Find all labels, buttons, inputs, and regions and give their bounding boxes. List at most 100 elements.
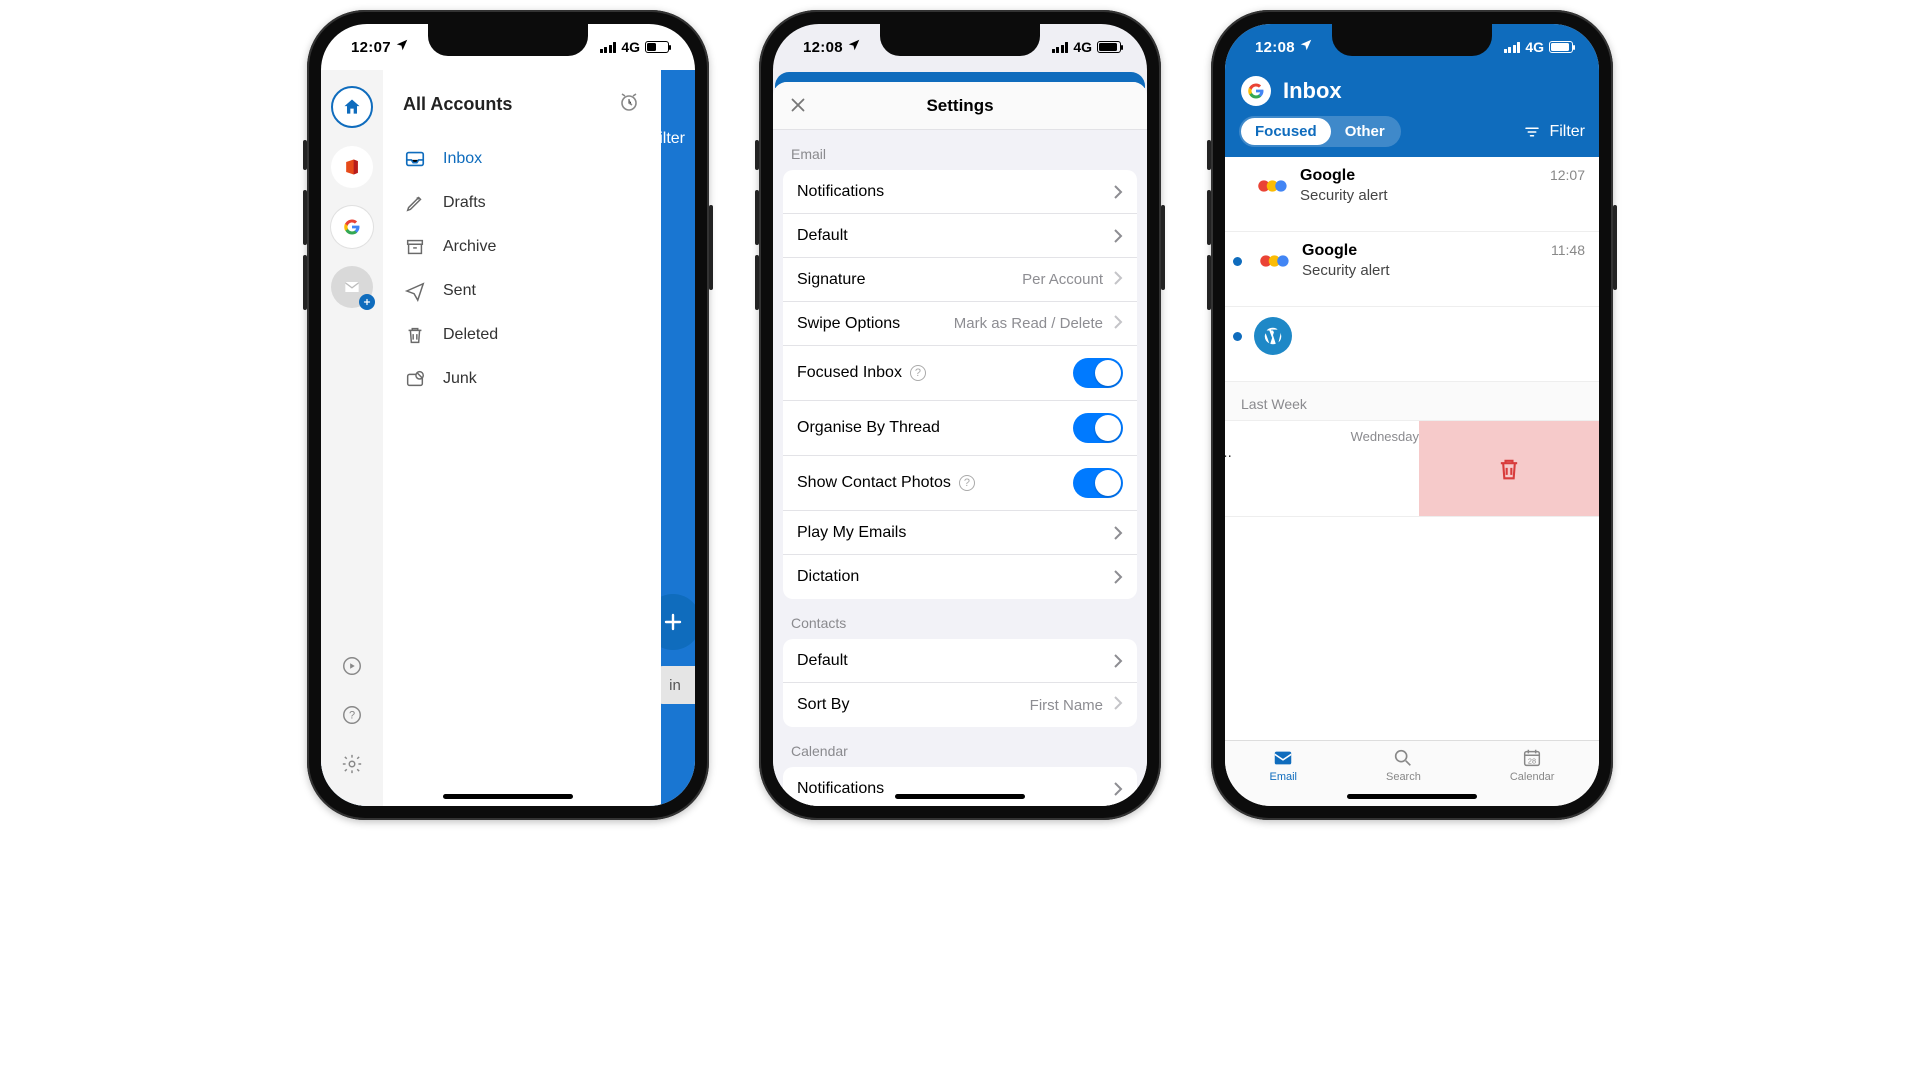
snooze-icon[interactable]: [617, 90, 641, 119]
location-icon: [395, 38, 409, 56]
rail-office-button[interactable]: [331, 146, 373, 188]
rail-google-button[interactable]: [331, 206, 373, 248]
row-label: Signature: [797, 271, 866, 289]
row-focused-inbox[interactable]: Focused Inbox?: [783, 346, 1137, 401]
swipe-delete-action[interactable]: [1419, 421, 1599, 516]
folder-label: Archive: [443, 238, 496, 256]
settings-sheet: Settings Email Notifications Default Sig…: [773, 82, 1147, 806]
peek-signin-pill[interactable]: in: [655, 666, 695, 704]
battery-icon: [645, 41, 669, 53]
row-label: Show Contact Photos: [797, 474, 951, 492]
phone-settings: 12:08 4G Settings Email Notifications: [759, 10, 1161, 820]
junk-icon: [403, 368, 427, 390]
signal-icon: [1052, 42, 1069, 53]
info-icon[interactable]: ?: [910, 365, 926, 381]
folder-drafts[interactable]: Drafts: [389, 181, 651, 225]
folder-deleted[interactable]: Deleted: [389, 313, 651, 357]
search-icon: [1391, 747, 1415, 769]
chevron-right-icon: [1113, 570, 1123, 584]
network-label: 4G: [621, 39, 640, 55]
folder-list: All Accounts Inbox Drafts Archive: [383, 70, 661, 806]
google-dots-icon: [1256, 244, 1290, 278]
folder-junk[interactable]: Junk: [389, 357, 651, 401]
office-icon: [342, 157, 362, 177]
chevron-right-icon: [1113, 271, 1123, 289]
tab-calendar[interactable]: 28 Calendar: [1510, 747, 1555, 806]
row-label: Default: [797, 652, 848, 670]
row-notifications[interactable]: Notifications: [783, 170, 1137, 214]
sender-avatar: [1254, 242, 1292, 280]
row-value: Mark as Read / Delete: [954, 315, 1103, 332]
row-label: Notifications: [797, 183, 884, 201]
network-label: 4G: [1525, 39, 1544, 55]
row-dictation[interactable]: Dictation: [783, 555, 1137, 599]
row-swipe-options[interactable]: Swipe Options Mark as Read / Delete: [783, 302, 1137, 346]
play-icon[interactable]: [341, 655, 363, 682]
tab-focused[interactable]: Focused: [1241, 118, 1331, 145]
folder-sent[interactable]: Sent: [389, 269, 651, 313]
group-calendar: Notifications Default Calendar: [783, 767, 1137, 806]
row-value: First Name: [1030, 697, 1103, 714]
message-row[interactable]: [1225, 307, 1599, 382]
filter-label: Filter: [1549, 123, 1585, 141]
unread-dot-icon: [1233, 332, 1242, 341]
trash-icon: [403, 324, 427, 346]
row-default[interactable]: Default: [783, 214, 1137, 258]
account-avatar[interactable]: [1241, 76, 1271, 106]
help-icon[interactable]: ?: [341, 704, 363, 731]
tab-label: Email: [1269, 771, 1297, 783]
message-list[interactable]: Google12:07 Security alert Google11:48 S…: [1225, 157, 1599, 517]
row-label: Notifications: [797, 780, 884, 798]
toggle-focused-inbox[interactable]: [1073, 358, 1123, 388]
row-contacts-default[interactable]: Default: [783, 639, 1137, 683]
row-sort-by[interactable]: Sort By First Name: [783, 683, 1137, 727]
sender-avatar: [1252, 167, 1290, 205]
message-row[interactable]: Google12:07 Security alert: [1225, 157, 1599, 232]
device-notch: [428, 24, 588, 56]
row-organise-thread[interactable]: Organise By Thread: [783, 401, 1137, 456]
rail-add-account-button[interactable]: [331, 266, 373, 308]
settings-icon[interactable]: [341, 753, 363, 780]
row-play-my-emails[interactable]: Play My Emails: [783, 511, 1137, 555]
status-time: 12:08: [1255, 39, 1295, 56]
folder-label: Sent: [443, 282, 476, 300]
folder-label: Deleted: [443, 326, 498, 344]
tab-other[interactable]: Other: [1331, 118, 1399, 145]
row-contact-photos[interactable]: Show Contact Photos?: [783, 456, 1137, 511]
filter-button[interactable]: Filter: [1523, 123, 1585, 141]
row-label: Default: [797, 227, 848, 245]
chevron-right-icon: [1113, 526, 1123, 540]
message-preview: Trouble viewing t: [1225, 479, 1419, 495]
group-contacts: Default Sort By First Name: [783, 639, 1137, 727]
chevron-right-icon: [1113, 654, 1123, 668]
mail-icon: [342, 277, 362, 297]
info-icon[interactable]: ?: [959, 475, 975, 491]
network-label: 4G: [1073, 39, 1092, 55]
folder-inbox[interactable]: Inbox: [389, 137, 651, 181]
battery-icon: [1097, 41, 1121, 53]
inbox-title: Inbox: [1283, 78, 1342, 104]
home-indicator[interactable]: [895, 794, 1025, 799]
signal-icon: [600, 42, 617, 53]
folder-label: Drafts: [443, 194, 486, 212]
section-calendar-label: Calendar: [773, 727, 1147, 767]
toggle-organise-thread[interactable]: [1073, 413, 1123, 443]
tab-label: Search: [1386, 771, 1421, 783]
nav-drawer: ? All Accounts Inbox Drafts: [321, 70, 661, 806]
google-icon: [342, 217, 362, 237]
home-indicator[interactable]: [443, 794, 573, 799]
row-signature[interactable]: Signature Per Account: [783, 258, 1137, 302]
message-row[interactable]: Google11:48 Security alert: [1225, 232, 1599, 307]
row-cal-notifications[interactable]: Notifications: [783, 767, 1137, 806]
swiped-message-row[interactable]: Wednesday om, your discount expir... Tro…: [1225, 421, 1599, 517]
trash-icon: [1495, 455, 1523, 483]
folder-archive[interactable]: Archive: [389, 225, 651, 269]
filter-icon: [1523, 123, 1541, 141]
status-time: 12:07: [351, 39, 391, 56]
row-label: Sort By: [797, 696, 849, 714]
toggle-contact-photos[interactable]: [1073, 468, 1123, 498]
tab-email[interactable]: Email: [1269, 747, 1297, 806]
rail-home-button[interactable]: [331, 86, 373, 128]
home-indicator[interactable]: [1347, 794, 1477, 799]
close-button[interactable]: [787, 94, 809, 121]
